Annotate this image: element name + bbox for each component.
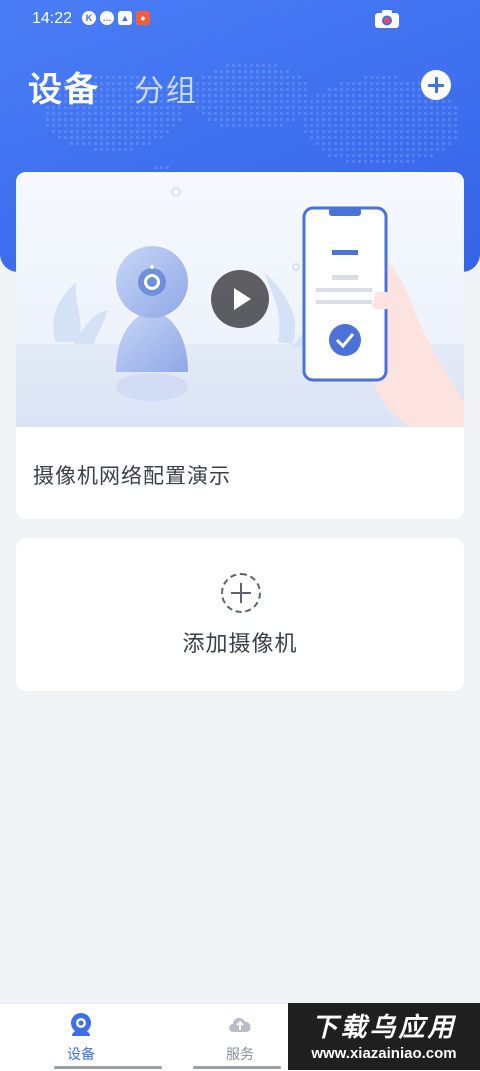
watermark-url: www.xiazainiao.com — [311, 1045, 457, 1062]
home-indicator-left — [54, 1066, 162, 1069]
site-watermark: 下载乌应用 www.xiazainiao.com — [288, 1003, 480, 1070]
cloud-service-icon — [229, 1018, 251, 1032]
add-camera-label: 添加摄像机 — [182, 632, 298, 657]
demo-video-card[interactable]: 摄像机网络配置演示 — [16, 172, 464, 519]
status-time: 14:22 — [32, 10, 73, 27]
status-bar: 14:22 K … ▲ ● — [0, 0, 480, 38]
tab-bar-devices[interactable]: 设备 — [41, 1012, 121, 1064]
notification-icons: K … ▲ ● — [82, 11, 150, 25]
app-icon: ▲ — [118, 11, 132, 25]
tab-bar-devices-label: 设备 — [67, 1047, 95, 1063]
header-tabs: 设备 分组 — [28, 62, 198, 111]
camera-status-icon — [375, 10, 399, 28]
tab-bar-services[interactable]: 服务 — [200, 1012, 280, 1064]
home-indicator-mid — [193, 1066, 281, 1069]
weibo-icon: ● — [136, 11, 150, 25]
tab-groups[interactable]: 分组 — [134, 66, 198, 110]
demo-video-title: 摄像机网络配置演示 — [33, 464, 231, 488]
play-video-button[interactable] — [211, 270, 269, 328]
add-circle-icon — [221, 573, 261, 613]
message-icon: … — [100, 11, 114, 25]
add-device-icon[interactable] — [421, 70, 451, 100]
add-camera-card[interactable]: 添加摄像机 — [16, 538, 464, 691]
watermark-title: 下载乌应用 — [311, 1013, 457, 1043]
tab-bar-services-label: 服务 — [226, 1047, 254, 1063]
camera-tab-icon — [71, 1013, 91, 1036]
k-app-icon: K — [82, 11, 96, 25]
tab-devices[interactable]: 设备 — [28, 62, 100, 111]
